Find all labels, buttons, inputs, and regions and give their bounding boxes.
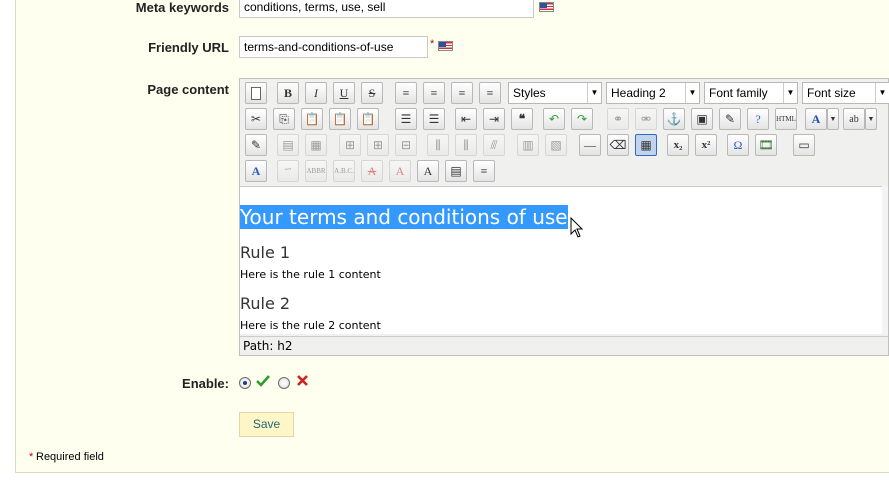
html-source-icon[interactable]: HTML (775, 108, 797, 130)
content-heading[interactable]: Your terms and conditions of use (240, 205, 568, 229)
background-color-dropdown[interactable]: ▼ (865, 108, 877, 130)
split-cells-icon[interactable]: ▥ (517, 134, 539, 156)
rule-2-text: Here is the rule 2 content (240, 319, 381, 332)
subscript-icon[interactable]: x₂ (667, 134, 689, 156)
cross-icon (297, 375, 308, 386)
acronym-icon[interactable]: A.B.C. (333, 160, 355, 182)
chevron-down-icon: ▼ (685, 83, 699, 103)
undo-icon[interactable]: ↶ (543, 108, 565, 130)
required-star: * (430, 38, 435, 50)
required-note: Required field (36, 451, 104, 463)
new-document-icon[interactable] (245, 82, 267, 104)
paste-word-icon[interactable]: 📋 (357, 108, 379, 130)
underline-button[interactable]: U (333, 82, 355, 104)
merge-cells-icon[interactable]: ▧ (545, 134, 567, 156)
blockquote-icon[interactable]: ❝ (511, 108, 533, 130)
align-left-icon[interactable]: ≡ (395, 82, 417, 104)
font-size-dropdown-label: Font size (807, 86, 856, 100)
visual-chars-icon[interactable]: ≡ (473, 160, 495, 182)
help-icon[interactable]: ? (747, 108, 769, 130)
del-icon[interactable]: A (361, 160, 383, 182)
chevron-down-icon: ▼ (783, 83, 797, 103)
font-family-dropdown-label: Font family (709, 86, 768, 100)
media-icon[interactable]: 🎞 (755, 134, 777, 156)
meta-keywords-label: Meta keywords (135, 0, 229, 15)
strikethrough-button[interactable]: S (361, 82, 383, 104)
font-size-dropdown[interactable]: Font size ▼ (802, 82, 889, 104)
styles-dropdown-label: Styles (513, 86, 546, 100)
row-props-icon[interactable]: ▤ (277, 134, 299, 156)
cell-props-icon[interactable]: ▦ (305, 134, 327, 156)
horizontal-rule-icon[interactable]: — (579, 134, 601, 156)
copy-icon[interactable]: ⎘ (273, 108, 295, 130)
align-center-icon[interactable]: ≡ (423, 82, 445, 104)
unlink-icon[interactable]: ⚮ (635, 108, 657, 130)
align-justify-icon[interactable]: ≡ (479, 82, 501, 104)
paste-icon[interactable]: 📋 (301, 108, 323, 130)
page-content-label: Page content (147, 82, 229, 97)
editor-content[interactable]: Your terms and conditions of use Rule 1 … (240, 186, 884, 334)
insert-row-before-icon[interactable]: ⊞ (339, 134, 361, 156)
delete-row-icon[interactable]: ⊟ (395, 134, 417, 156)
styles-dropdown[interactable]: Styles ▼ (508, 82, 602, 104)
font-family-dropdown[interactable]: Font family ▼ (704, 82, 798, 104)
mouse-cursor-icon (570, 217, 584, 238)
chevron-down-icon: ▼ (587, 83, 601, 103)
text-color-dropdown[interactable]: ▼ (827, 108, 839, 130)
rule-2-title: Rule 2 (240, 294, 291, 313)
check-icon (256, 375, 270, 387)
chevron-down-icon: ▼ (875, 83, 889, 103)
redo-icon[interactable]: ↷ (571, 108, 593, 130)
italic-button[interactable]: I (305, 82, 327, 104)
insert-row-after-icon[interactable]: ⊞ (367, 134, 389, 156)
format-dropdown[interactable]: Heading 2 ▼ (606, 82, 700, 104)
eraser-icon[interactable]: ⌫ (607, 134, 629, 156)
editor-scrollbar[interactable] (882, 186, 888, 334)
background-color-icon[interactable]: ab (843, 108, 865, 130)
format-dropdown-label: Heading 2 (611, 86, 666, 100)
numbered-list-icon[interactable]: ☰ (423, 108, 445, 130)
text-color-icon[interactable]: A (805, 108, 827, 130)
insert-col-before-icon[interactable]: ⫼ (427, 134, 449, 156)
indent-icon[interactable]: ⇥ (483, 108, 505, 130)
table-icon[interactable]: ▦ (635, 134, 657, 156)
image-icon[interactable]: ▣ (691, 108, 713, 130)
styleprops-icon[interactable]: A (245, 160, 267, 182)
cut-icon[interactable]: ✂ (245, 108, 267, 130)
align-right-icon[interactable]: ≡ (451, 82, 473, 104)
bold-button[interactable]: B (277, 82, 299, 104)
bullet-list-icon[interactable]: ☰ (395, 108, 417, 130)
rich-text-editor: B I U S ≡ ≡ ≡ ≡ Styles ▼ Heading 2 ▼ Font … (239, 78, 889, 356)
rule-1-text: Here is the rule 1 content (240, 268, 381, 281)
element-path: Path: h2 (240, 336, 888, 355)
selected-heading-text: Your terms and conditions of use (240, 205, 568, 229)
superscript-icon[interactable]: x² (695, 134, 717, 156)
edit-css-icon[interactable]: ✎ (245, 134, 267, 156)
insert-col-after-icon[interactable]: ⫼ (455, 134, 477, 156)
paste-text-icon[interactable]: 📋 (329, 108, 351, 130)
outdent-icon[interactable]: ⇤ (455, 108, 477, 130)
abbr-icon[interactable]: ABBR (305, 160, 327, 182)
required-note-star: * (29, 451, 34, 463)
cleanup-icon[interactable]: ✎ (719, 108, 741, 130)
anchor-icon[interactable]: ⚓ (663, 108, 685, 130)
save-button[interactable]: Save (239, 412, 294, 437)
special-char-icon[interactable]: Ω (727, 134, 749, 156)
template-icon[interactable]: ▤ (445, 160, 467, 182)
cite-icon[interactable]: “” (277, 160, 299, 182)
rule-1-title: Rule 1 (240, 243, 291, 262)
fullscreen-icon[interactable]: ▭ (793, 134, 815, 156)
friendly-url-input[interactable]: terms-and-conditions-of-use (239, 36, 428, 58)
ins-icon[interactable]: A (389, 160, 411, 182)
enable-label: Enable: (182, 376, 229, 391)
meta-keywords-input[interactable]: conditions, terms, use, sell (239, 0, 534, 18)
delete-col-icon[interactable]: ⫻ (483, 134, 505, 156)
us-flag-icon[interactable] (438, 41, 453, 51)
enable-yes-radio[interactable] (239, 377, 251, 389)
link-icon[interactable]: ⚭ (607, 108, 629, 130)
enable-no-radio[interactable] (278, 377, 290, 389)
us-flag-icon[interactable] (539, 2, 554, 12)
friendly-url-label: Friendly URL (148, 40, 229, 55)
attributes-icon[interactable]: A (417, 160, 439, 182)
